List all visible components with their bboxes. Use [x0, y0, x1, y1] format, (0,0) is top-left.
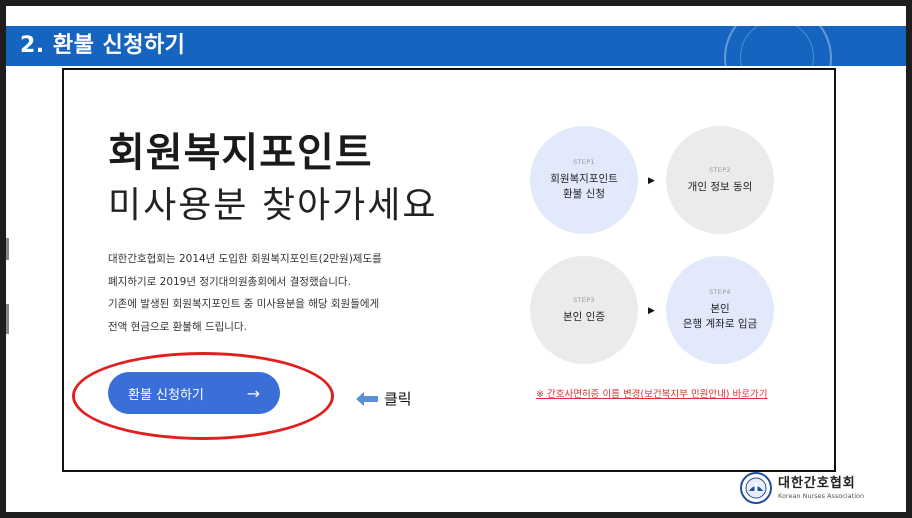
step-arrow-icon: ▶	[648, 176, 655, 186]
step-4-circle: STEP4 본인 은행 계좌로 입금	[666, 256, 774, 364]
click-annotation: 클릭	[356, 388, 412, 409]
logo-korean-name: 대한간호협회	[778, 475, 856, 491]
license-name-change-link[interactable]: ※ 간호사면허증 이름 변경(보건복지부 민원안내) 바로가기	[536, 386, 768, 400]
step-text-line: 환불 신청	[563, 188, 605, 200]
section-title: 2. 환불 신청하기	[20, 33, 186, 58]
step-text-line: 회원복지포인트	[550, 173, 618, 185]
step-2-circle: STEP2 개인 정보 동의	[666, 126, 774, 234]
step-text-line: 개인 정보 동의	[687, 180, 753, 193]
description-line: 전액 현금으로 환불해 드립니다.	[108, 320, 247, 333]
logo-english-name: Korean Nurses Association	[778, 491, 865, 500]
step-text-line: 본인 인증	[563, 310, 605, 323]
step-text-line: 본인	[710, 303, 730, 315]
step-3-circle: STEP3 본인 인증	[530, 256, 638, 364]
step-1-circle: STEP1 회원복지포인트 환불 신청	[530, 126, 638, 234]
left-edge-mark	[6, 238, 9, 260]
step-number: STEP3	[573, 295, 595, 304]
slide-page: 2. 환불 신청하기 회원복지포인트 미사용분 찾아가세요 대한간호협회는 20…	[6, 6, 906, 512]
step-number: STEP4	[709, 288, 731, 296]
kna-logo: 대한간호협회 Korean Nurses Association	[740, 472, 864, 504]
highlight-ring	[72, 352, 334, 440]
description-line: 기존에 발생된 회원복지포인트 중 미사용분을 해당 회원들에게	[108, 298, 380, 310]
hero-description: 대한간호협회는 2014년 도입한 회원복지포인트(2만원)제도를 폐지하기로 …	[108, 248, 408, 338]
step-text-line: 은행 계좌로 입금	[682, 318, 758, 330]
hero-subtitle: 미사용분 찾아가세요	[108, 185, 438, 226]
description-line: 폐지하기로 2019년 정기대의원총회에서 결정했습니다.	[108, 275, 351, 288]
step-arrow-icon: ▶	[648, 306, 655, 316]
kna-emblem-icon	[740, 472, 772, 504]
arrow-left-icon	[356, 391, 378, 406]
step-number: STEP1	[573, 158, 595, 166]
hero-title: 회원복지포인트	[108, 130, 373, 176]
header-bar: 2. 환불 신청하기	[6, 6, 906, 112]
left-edge-mark	[6, 304, 9, 334]
description-line: 대한간호협회는 2014년 도입한 회원복지포인트(2만원)제도를	[108, 253, 382, 265]
step-number: STEP2	[709, 165, 731, 174]
click-label: 클릭	[384, 390, 412, 408]
logo-texts: 대한간호협회 Korean Nurses Association	[778, 476, 864, 501]
content-frame: 회원복지포인트 미사용분 찾아가세요 대한간호협회는 2014년 도입한 회원복…	[62, 68, 836, 472]
